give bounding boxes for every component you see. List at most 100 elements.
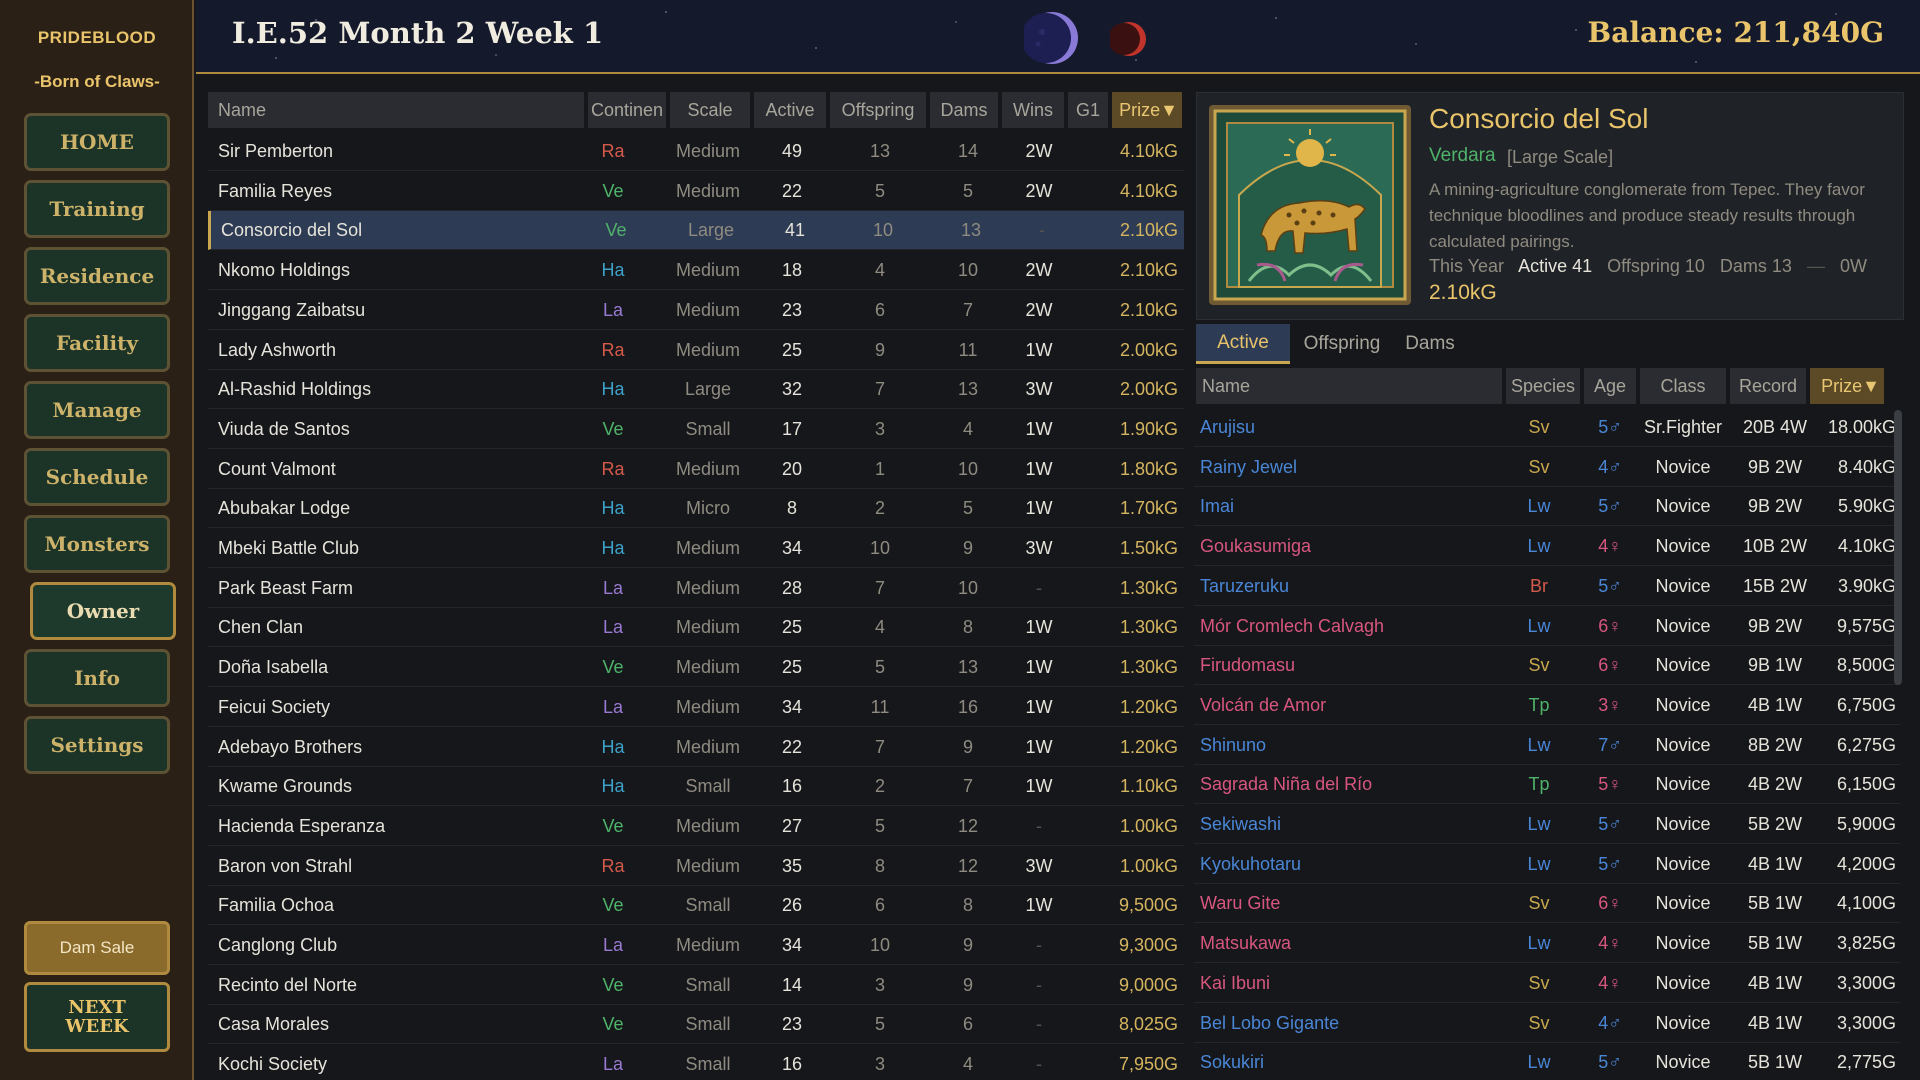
nav-residence-button[interactable]: Residence (24, 247, 170, 305)
dam-sale-button[interactable]: Dam Sale (24, 921, 170, 975)
next-week-button[interactable]: NEXT WEEK (24, 982, 170, 1052)
nav-monsters-button[interactable]: Monsters (24, 515, 170, 573)
class-cell: Novice (1655, 575, 1711, 596)
nav-facility-button[interactable]: Facility (24, 314, 170, 372)
owner-row[interactable]: Recinto del Norte Ve Small 14 3 9 - 9,000G (208, 966, 1184, 1005)
nav-schedule-button[interactable]: Schedule (24, 448, 170, 506)
continent-cell: Ra (601, 855, 625, 876)
owner-row[interactable]: Abubakar Lodge Ha Micro 8 2 5 1W 1.70kG (208, 489, 1184, 529)
monster-row[interactable]: Waru Gite Sv 6♀ Novice 5B 1W 4,100G (1194, 884, 1900, 924)
monster-row[interactable]: Matsukawa Lw 4♀ Novice 5B 1W 3,825G (1194, 924, 1900, 964)
record-cell: 20B 4W (1742, 417, 1808, 437)
owner-row[interactable]: Adebayo Brothers Ha Medium 22 7 9 1W 1.20kG (208, 728, 1184, 767)
monster-col-species[interactable]: Species (1506, 368, 1580, 404)
active-cell: 17 (781, 418, 803, 439)
monster-row[interactable]: Goukasumiga Lw 4♀ Novice 10B 2W 4.10kG (1194, 527, 1900, 567)
monster-col-class[interactable]: Class (1640, 368, 1726, 404)
monster-row[interactable]: Volcán de Amor Tp 3♀ Novice 4B 1W 6,750G (1194, 686, 1900, 725)
monster-row[interactable]: Firudomasu Sv 6♀ Novice 9B 1W 8,500G (1194, 646, 1900, 686)
monster-col-prize[interactable]: Prize▼ (1810, 368, 1884, 404)
owner-row[interactable]: Nkomo Holdings Ha Medium 18 4 10 2W 2.10kG (208, 251, 1184, 291)
monster-row[interactable]: Shinuno Lw 7♂ Novice 8B 2W 6,275G (1194, 726, 1900, 765)
nav-info-button[interactable]: Info (24, 649, 170, 707)
owner-row[interactable]: Jinggang Zaibatsu La Medium 23 6 7 2W 2.10kG (208, 291, 1184, 330)
owner-row[interactable]: Familia Ochoa Ve Small 26 6 8 1W 9,500G (208, 886, 1184, 926)
col-header-prize[interactable]: Prize▼ (1112, 92, 1182, 128)
monster-row[interactable]: Sokukiri Lw 5♂ Novice 5B 1W 2,775G (1194, 1043, 1900, 1080)
monster-name-cell: Volcán de Amor (1200, 694, 1327, 715)
nav-settings-button[interactable]: Settings (24, 716, 170, 774)
record-cell: 5B 1W (1747, 933, 1803, 954)
continent-cell: La (602, 1054, 624, 1075)
owner-row[interactable]: Mbeki Battle Club Ha Medium 34 10 9 3W 1.50kG (208, 529, 1184, 568)
col-header-offspring[interactable]: Offspring (830, 92, 926, 128)
col-header-wins[interactable]: Wins (1002, 92, 1064, 128)
dams-cell: 10 (957, 577, 979, 598)
scale-cell: Small (685, 776, 731, 797)
owner-row[interactable]: Sir Pemberton Ra Medium 49 13 14 2W 4.10kG (208, 132, 1184, 171)
owner-row[interactable]: Viuda de Santos Ve Small 17 3 4 1W 1.90kG (208, 410, 1184, 449)
owner-row[interactable]: Canglong Club La Medium 34 10 9 - 9,300G (208, 926, 1184, 965)
owner-row[interactable]: Chen Clan La Medium 25 4 8 1W 1.30kG (208, 608, 1184, 648)
monster-col-record[interactable]: Record (1730, 368, 1806, 404)
nav-home-button[interactable]: HOME (24, 113, 170, 171)
owner-row[interactable]: Consorcio del Sol Ve Large 41 10 13 - 2.10kG (208, 211, 1184, 251)
nav-owner-button[interactable]: Owner (30, 582, 176, 640)
monster-row[interactable]: Sagrada Niña del Río Tp 5♀ Novice 4B 2W 6,150… (1194, 765, 1900, 805)
monster-row[interactable]: Bel Lobo Gigante Sv 4♂ Novice 4B 1W 3,300G (1194, 1004, 1900, 1043)
owner-year-stats: This Year Active 41 Offspring 10 Dams 13… (1429, 256, 1867, 277)
owner-row[interactable]: Kwame Grounds Ha Small 16 2 7 1W 1.10kG (208, 767, 1184, 807)
tab-active[interactable]: Active (1196, 324, 1290, 364)
continent-cell: La (602, 617, 624, 638)
prize-cell: 8,025G (1118, 1014, 1178, 1035)
col-header-scale[interactable]: Scale (670, 92, 750, 128)
wins-cell: 1W (1025, 895, 1053, 916)
record-cell: 5B 1W (1747, 1052, 1803, 1073)
monster-row[interactable]: Sekiwashi Lw 5♂ Novice 5B 2W 5,900G (1194, 805, 1900, 844)
monster-list-scrollbar[interactable] (1894, 410, 1902, 685)
monster-col-age[interactable]: Age (1584, 368, 1636, 404)
tab-dams[interactable]: Dams (1394, 324, 1466, 364)
monster-row[interactable]: Arujisu Sv 5♂ Sr.Fighter 20B 4W 18.00kG (1194, 408, 1900, 447)
col-header-dams[interactable]: Dams (930, 92, 998, 128)
owner-row[interactable]: Park Beast Farm La Medium 28 7 10 - 1.30kG (208, 569, 1184, 608)
col-header-name[interactable]: Name (208, 92, 584, 128)
age-cell: 5♂ (1598, 417, 1622, 437)
owner-row[interactable]: Feicui Society La Medium 34 11 16 1W 1.20kG (208, 688, 1184, 727)
monster-row[interactable]: Mór Cromlech Calvagh Lw 6♀ Novice 9B 2W 9,575… (1194, 607, 1900, 646)
species-cell: Sv (1528, 1012, 1550, 1033)
game-title: PRIDEBLOOD (37, 28, 157, 47)
owner-name-cell: Kochi Society (218, 1054, 328, 1075)
owner-row[interactable]: Baron von Strahl Ra Medium 35 8 12 3W 1.00kG (208, 847, 1184, 886)
monster-row[interactable]: Imai Lw 5♂ Novice 9B 2W 5.90kG (1194, 487, 1900, 527)
owner-row[interactable]: Kochi Society La Small 16 3 4 - 7,950G (208, 1045, 1184, 1080)
owner-row[interactable]: Familia Reyes Ve Medium 22 5 5 2W 4.10kG (208, 172, 1184, 211)
active-cell: 27 (781, 815, 803, 836)
active-cell: 22 (781, 180, 803, 201)
age-cell: 5♂ (1598, 1052, 1622, 1073)
offspring-cell: 2 (874, 498, 885, 519)
owner-row[interactable]: Lady Ashworth Ra Medium 25 9 11 1W 2.00kG (208, 331, 1184, 370)
owner-row[interactable]: Doña Isabella Ve Medium 25 5 13 1W 1.30kG (208, 648, 1184, 688)
monster-col-name[interactable]: Name (1196, 368, 1502, 404)
col-header-active[interactable]: Active (754, 92, 826, 128)
species-cell: Tp (1528, 694, 1550, 715)
col-header-g1[interactable]: G1 (1068, 92, 1108, 128)
class-cell: Novice (1655, 814, 1711, 834)
dams-cell: 4 (962, 418, 973, 439)
prize-cell: 2.10kG (1119, 260, 1178, 281)
owner-row[interactable]: Casa Morales Ve Small 23 5 6 - 8,025G (208, 1005, 1184, 1045)
monster-row[interactable]: Kyokuhotaru Lw 5♂ Novice 4B 1W 4,200G (1194, 845, 1900, 884)
monster-row[interactable]: Kai Ibuni Sv 4♀ Novice 4B 1W 3,300G (1194, 964, 1900, 1003)
tab-offspring[interactable]: Offspring (1292, 324, 1392, 364)
nav-training-button[interactable]: Training (24, 180, 170, 238)
monster-row[interactable]: Rainy Jewel Sv 4♂ Novice 9B 2W 8.40kG (1194, 448, 1900, 487)
owner-row[interactable]: Al-Rashid Holdings Ha Large 32 7 13 3W 2.00kG (208, 370, 1184, 410)
red-moon-icon (1110, 22, 1146, 56)
col-header-continent[interactable]: Continen (588, 92, 666, 128)
nav-manage-button[interactable]: Manage (24, 381, 170, 439)
owner-row[interactable]: Hacienda Esperanza Ve Medium 27 5 12 - 1.00kG (208, 807, 1184, 846)
owner-row[interactable]: Count Valmont Ra Medium 20 1 10 1W 1.80kG (208, 450, 1184, 489)
stats-separator: — (1806, 256, 1825, 276)
monster-row[interactable]: Taruzeruku Br 5♂ Novice 15B 2W 3.90kG (1194, 567, 1900, 606)
